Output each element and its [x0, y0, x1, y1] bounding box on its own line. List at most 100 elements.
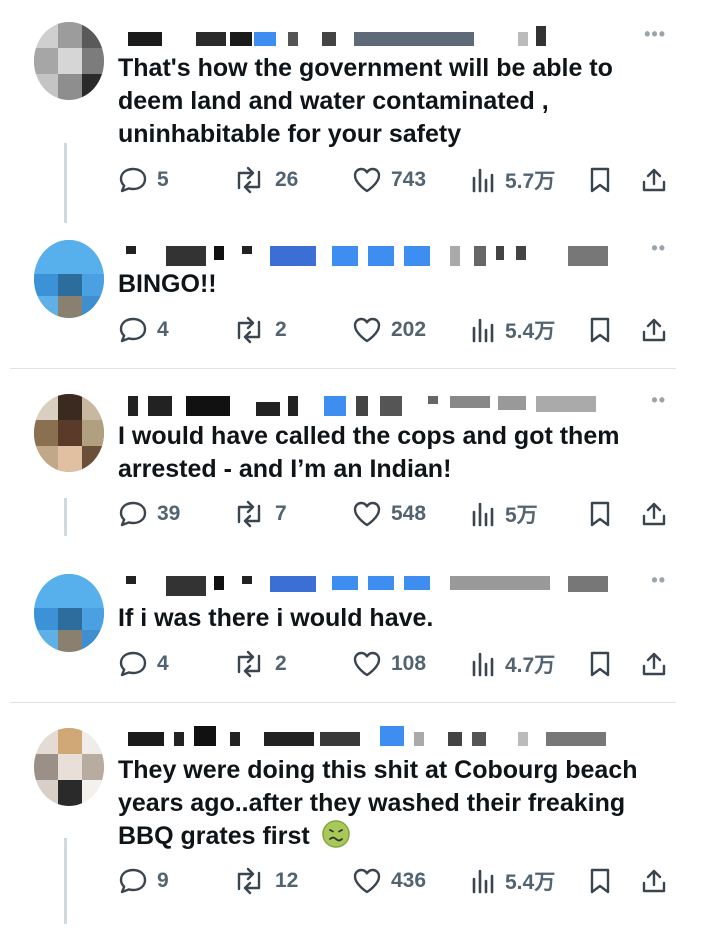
share-icon: [642, 869, 666, 893]
heart-icon: [353, 868, 381, 894]
reply-button[interactable]: 5: [118, 164, 169, 196]
divider: [10, 368, 676, 369]
share-icon: [642, 502, 666, 526]
reply-button[interactable]: 4: [118, 314, 169, 346]
views-button[interactable]: 4.7万: [470, 648, 555, 680]
repost-count: 2: [275, 318, 287, 341]
bookmark-icon: [590, 167, 610, 193]
views-icon: [472, 652, 494, 677]
author-header-redacted[interactable]: [118, 396, 598, 416]
repost-count: 2: [275, 652, 287, 675]
heart-icon: [353, 501, 381, 527]
repost-button[interactable]: 2: [232, 314, 287, 346]
more-options-icon[interactable]: ••: [651, 238, 666, 259]
repost-icon: [237, 867, 261, 895]
reply-icon: [119, 317, 147, 343]
repost-button[interactable]: 7: [232, 498, 287, 530]
repost-icon: [237, 166, 261, 194]
author-header-redacted[interactable]: [118, 26, 598, 52]
repost-count: 12: [275, 869, 299, 892]
reply-text: I would have called the cops and got the…: [118, 422, 620, 483]
views-count: 5万: [505, 504, 538, 527]
reply-count: 39: [157, 502, 181, 525]
avatar[interactable]: [34, 394, 104, 472]
like-count: 743: [391, 168, 427, 191]
reply-count: 5: [157, 168, 169, 191]
bookmark-icon: [590, 317, 610, 343]
reply-text: If i was there i would have.: [118, 604, 434, 632]
share-button[interactable]: [640, 164, 668, 196]
reply-button[interactable]: 9: [118, 865, 169, 897]
reply-icon: [119, 868, 147, 894]
share-icon: [642, 168, 666, 192]
reply-count: 9: [157, 869, 169, 892]
author-header-redacted[interactable]: [118, 246, 608, 266]
bookmark-icon: [590, 868, 610, 894]
reply-button[interactable]: 4: [118, 648, 169, 680]
bookmark-icon: [590, 651, 610, 677]
more-options-icon[interactable]: ••: [651, 570, 666, 591]
bookmark-button[interactable]: [588, 498, 612, 530]
reply-button[interactable]: 39: [118, 498, 180, 530]
heart-icon: [353, 651, 381, 677]
like-button[interactable]: 436: [352, 865, 426, 897]
like-button[interactable]: 743: [352, 164, 426, 196]
views-icon: [472, 168, 494, 193]
repost-count: 7: [275, 502, 287, 525]
like-button[interactable]: 202: [352, 314, 426, 346]
bookmark-button[interactable]: [588, 865, 612, 897]
views-count: 5.4万: [505, 320, 556, 343]
avatar[interactable]: [34, 574, 104, 652]
reply-count: 4: [157, 318, 169, 341]
repost-icon: [237, 650, 261, 678]
heart-icon: [353, 317, 381, 343]
like-count: 202: [391, 318, 427, 341]
divider: [10, 702, 676, 703]
repost-button[interactable]: 26: [232, 164, 298, 196]
views-count: 5.4万: [505, 871, 556, 894]
reply-icon: [119, 651, 147, 677]
bookmark-button[interactable]: [588, 164, 612, 196]
like-count: 548: [391, 502, 427, 525]
views-button[interactable]: 5.4万: [470, 314, 555, 346]
nauseated-face-icon: [321, 820, 350, 848]
bookmark-button[interactable]: [588, 314, 612, 346]
repost-button[interactable]: 12: [232, 865, 298, 897]
views-button[interactable]: 5万: [470, 498, 538, 530]
share-button[interactable]: [640, 498, 668, 530]
repost-icon: [237, 500, 261, 528]
views-count: 5.7万: [505, 170, 556, 193]
bookmark-button[interactable]: [588, 648, 612, 680]
thread-line: [64, 838, 67, 924]
reply-text: That's how the government will be able t…: [118, 54, 613, 148]
repost-icon: [237, 316, 261, 344]
author-header-redacted[interactable]: [118, 576, 608, 596]
author-header-redacted[interactable]: [118, 726, 606, 752]
thread-line: [64, 143, 67, 223]
thread-line: [64, 498, 67, 536]
like-button[interactable]: 108: [352, 648, 426, 680]
views-icon: [472, 869, 494, 894]
views-button[interactable]: 5.4万: [470, 865, 555, 897]
reply-count: 4: [157, 652, 169, 675]
share-icon: [642, 652, 666, 676]
views-icon: [472, 502, 494, 527]
share-button[interactable]: [640, 314, 668, 346]
heart-icon: [353, 167, 381, 193]
more-options-icon[interactable]: ••: [651, 390, 666, 411]
repost-count: 26: [275, 168, 299, 191]
like-button[interactable]: 548: [352, 498, 426, 530]
views-count: 4.7万: [505, 654, 556, 677]
avatar[interactable]: [34, 240, 104, 318]
avatar[interactable]: [34, 22, 104, 100]
views-button[interactable]: 5.7万: [470, 164, 555, 196]
more-options-icon[interactable]: •••: [644, 24, 666, 45]
like-count: 108: [391, 652, 427, 675]
reply-icon: [119, 501, 147, 527]
share-button[interactable]: [640, 648, 668, 680]
reply-icon: [119, 167, 147, 193]
avatar[interactable]: [34, 728, 104, 806]
repost-button[interactable]: 2: [232, 648, 287, 680]
views-icon: [472, 318, 494, 343]
share-button[interactable]: [640, 865, 668, 897]
